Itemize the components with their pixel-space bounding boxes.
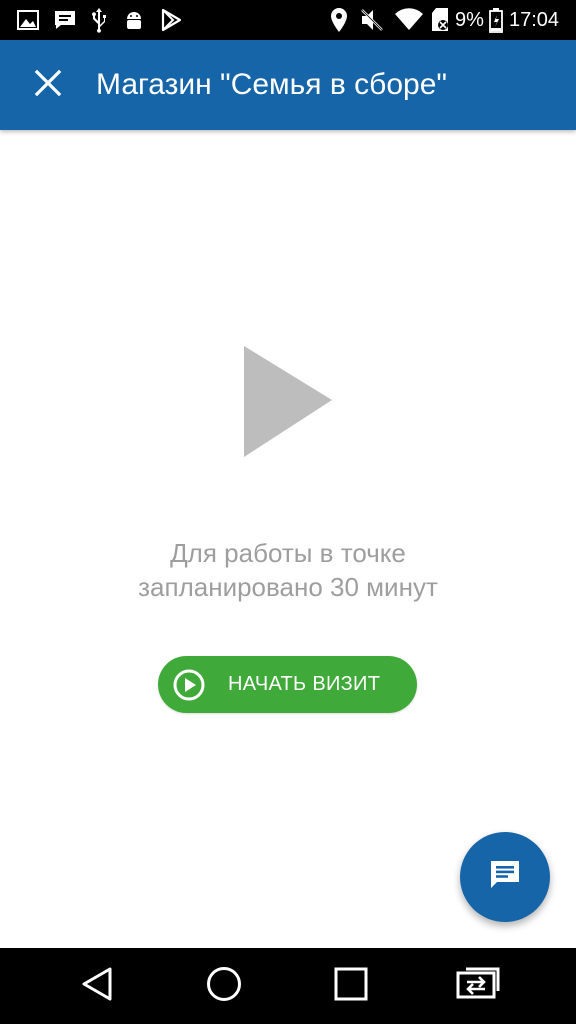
status-time: 17:04 — [509, 9, 560, 31]
battery-percent: 9% — [455, 9, 484, 31]
home-icon — [206, 966, 242, 1007]
usb-icon — [88, 0, 110, 40]
switch-app-button[interactable] — [453, 961, 503, 1011]
play-icon — [238, 340, 338, 464]
start-visit-button[interactable]: НАЧАТЬ ВИЗИТ — [158, 656, 417, 713]
info-line-2: запланировано 30 минут — [138, 572, 438, 602]
play-circle-icon — [172, 668, 206, 702]
sd-card-icon — [428, 0, 452, 40]
home-button[interactable] — [199, 961, 249, 1011]
message-icon — [52, 0, 78, 40]
image-icon — [14, 0, 42, 40]
battery-icon — [487, 0, 505, 40]
chat-fab[interactable] — [460, 832, 550, 922]
android-icon — [120, 0, 148, 40]
wifi-icon — [394, 0, 424, 40]
recents-button[interactable] — [326, 961, 376, 1011]
chat-icon — [488, 858, 522, 897]
app-bar: Магазин "Семья в сборе" — [0, 40, 576, 130]
start-visit-label: НАЧАТЬ ВИЗИТ — [228, 673, 381, 695]
info-line-1: Для работы в точке — [170, 538, 406, 568]
mute-icon — [358, 0, 386, 40]
switch-app-icon — [456, 967, 500, 1006]
status-bar: 9% 17:04 — [0, 0, 576, 40]
close-button[interactable] — [18, 55, 78, 115]
page-title: Магазин "Семья в сборе" — [96, 68, 448, 101]
play-store-icon — [158, 0, 184, 40]
recents-icon — [334, 967, 368, 1006]
visit-duration-info: Для работы в точке запланировано 30 мину… — [60, 536, 516, 604]
back-icon — [80, 966, 114, 1007]
navigation-bar — [0, 948, 576, 1024]
location-icon — [328, 0, 350, 40]
back-button[interactable] — [72, 961, 122, 1011]
close-icon — [34, 69, 62, 102]
